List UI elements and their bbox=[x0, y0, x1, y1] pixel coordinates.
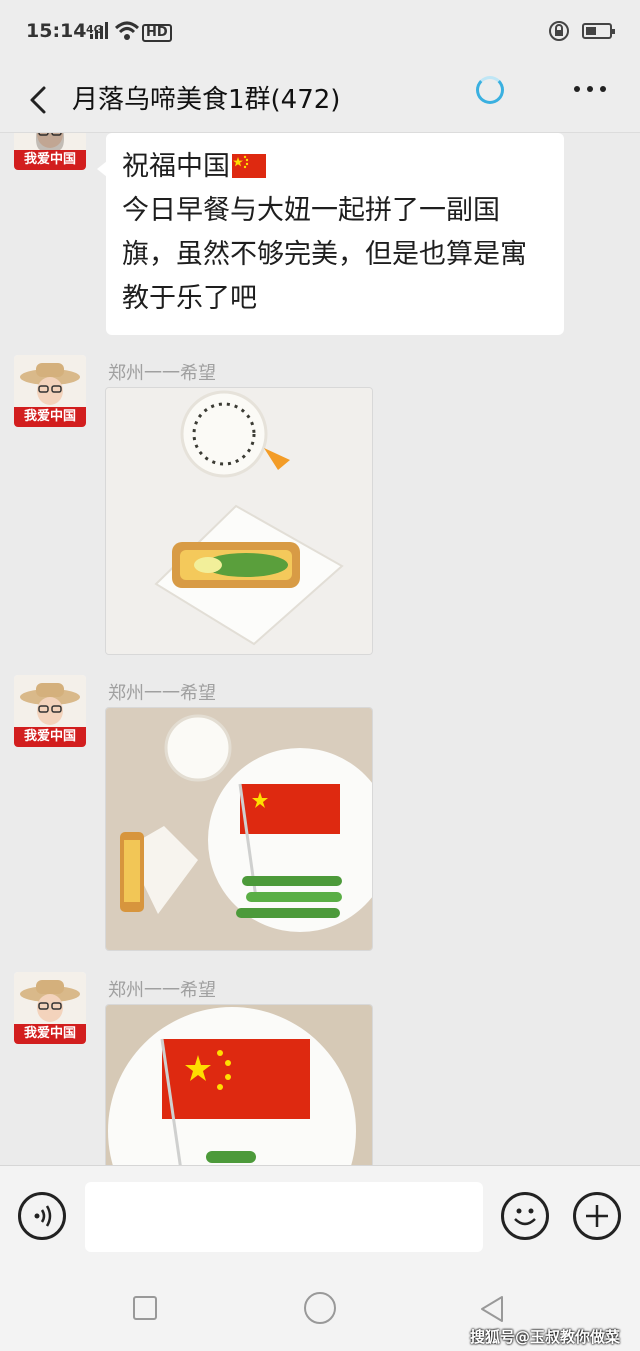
avatar-badge: 我爱中国 bbox=[23, 729, 76, 744]
china-flag-icon bbox=[232, 154, 266, 178]
message-input-bar bbox=[0, 1165, 640, 1268]
message-greeting: 祝福中国 bbox=[122, 151, 230, 182]
chat-header: 月落乌啼美食1群(472) bbox=[0, 64, 640, 133]
status-time: 15:14 bbox=[26, 20, 87, 42]
wifi-icon bbox=[114, 21, 140, 40]
rotation-lock-icon bbox=[549, 21, 569, 41]
recent-apps-icon[interactable] bbox=[133, 1296, 157, 1320]
text-message-bubble[interactable]: 祝福中国 今日早餐与大妞一起拼了一副国旗，虽然不够完美，但是也算是寓教于乐了吧 bbox=[97, 133, 564, 335]
add-attachment-icon[interactable] bbox=[573, 1192, 621, 1240]
more-options-icon[interactable] bbox=[570, 74, 610, 104]
message-body: 今日早餐与大妞一起拼了一副国旗，虽然不够完美，但是也算是寓教于乐了吧 bbox=[122, 195, 527, 314]
system-nav-bar: 搜狐号@玉叔教你做菜 bbox=[0, 1268, 640, 1351]
chat-title: 月落乌啼美食1群(472) bbox=[72, 85, 341, 115]
battery-level bbox=[586, 27, 596, 35]
avatar-badge: 我爱中国 bbox=[23, 152, 76, 167]
chat-message-list[interactable]: 我爱中国 祝福中国 今日早餐与大妞一起拼了一副国旗，虽然不够完美，但是也算是寓教… bbox=[0, 133, 640, 1165]
voice-input-icon[interactable] bbox=[18, 1192, 66, 1240]
avatar[interactable]: 我爱中国 bbox=[14, 675, 86, 747]
image-message[interactable] bbox=[105, 1004, 373, 1165]
emoji-icon[interactable] bbox=[501, 1192, 549, 1240]
back-arrow-icon[interactable] bbox=[20, 76, 60, 120]
message-input[interactable] bbox=[85, 1182, 483, 1252]
sender-name: 郑州一一希望 bbox=[108, 683, 216, 704]
status-bar: 15:14 4G HD bbox=[0, 0, 640, 64]
battery-icon bbox=[582, 23, 615, 39]
home-icon[interactable] bbox=[304, 1292, 336, 1324]
hd-badge: HD bbox=[142, 24, 172, 42]
breakfast-photo-3 bbox=[106, 1005, 372, 1165]
breakfast-photo-2 bbox=[106, 708, 372, 950]
avatar[interactable]: 我爱中国 bbox=[14, 355, 86, 427]
avatar[interactable]: 我爱中国 bbox=[14, 972, 86, 1044]
nav-back-icon[interactable] bbox=[478, 1294, 508, 1324]
watermark: 搜狐号@玉叔教你做菜 bbox=[470, 1328, 621, 1346]
signal-icon bbox=[90, 22, 108, 39]
breakfast-photo-1 bbox=[106, 388, 372, 654]
sender-name: 郑州一一希望 bbox=[108, 980, 216, 1001]
sender-name: 郑州一一希望 bbox=[108, 363, 216, 384]
avatar-badge: 我爱中国 bbox=[23, 409, 76, 424]
avatar-badge: 我爱中国 bbox=[23, 1026, 76, 1041]
image-message[interactable] bbox=[105, 707, 373, 951]
status-right bbox=[548, 20, 615, 42]
avatar[interactable]: 我爱中国 bbox=[14, 133, 86, 170]
loading-icon bbox=[476, 76, 504, 104]
image-message[interactable] bbox=[105, 387, 373, 655]
